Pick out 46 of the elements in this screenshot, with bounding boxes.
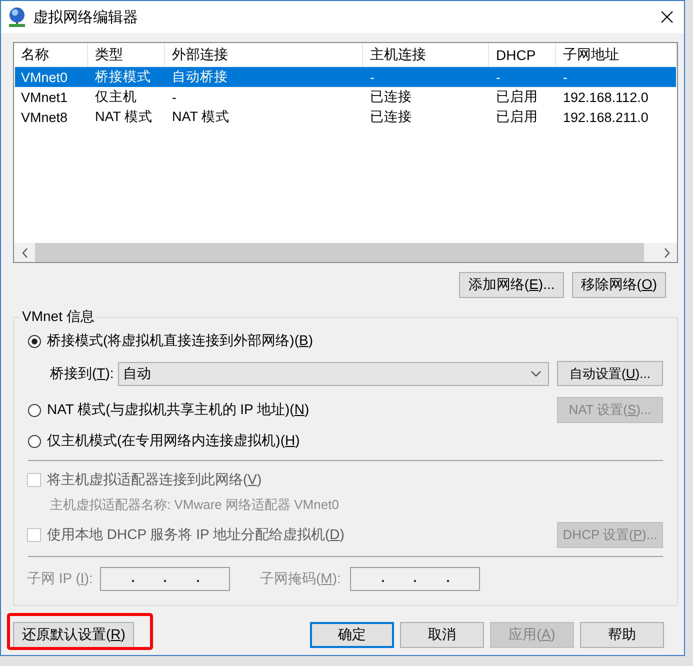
radio-button[interactable]: [28, 434, 41, 448]
adapter-name-text: 主机虚拟适配器名称: VMware 网络适配器 VMnet0: [49, 496, 340, 514]
table-row[interactable]: VMnet8 NAT 模式 NAT 模式 已连接 已启用 192.168.211.0: [15, 107, 676, 127]
cancel-button[interactable]: 取消: [400, 622, 484, 648]
table-cell-text: NAT 模式: [171, 108, 231, 126]
table-cell-text: 仅主机: [94, 88, 138, 106]
table-cell-text: 已连接: [369, 108, 413, 126]
table-cell-text: NAT 模式: [94, 108, 154, 126]
table-cell-text: -: [171, 88, 178, 106]
chevron-down-icon: [531, 370, 541, 376]
table-cell-text: 已连接: [369, 88, 413, 106]
bridge-to-label: 桥接到(T):: [50, 364, 114, 382]
table-cell-text: VMnet1: [20, 88, 69, 106]
table-cell-text: -: [495, 68, 502, 86]
table-row[interactable]: VMnet1 仅主机 - 已连接 已启用 192.168.112.0: [15, 87, 676, 107]
table-cell-text: -: [562, 68, 568, 86]
radio-label[interactable]: NAT 模式(与虚拟机共享主机的 IP 地址)(N): [47, 401, 310, 419]
table-row[interactable]: VMnet0 桥接模式 自动桥接 - - -: [15, 67, 676, 87]
table-cell-text: VMnet0: [20, 68, 69, 86]
table-cell-text: 已启用: [495, 108, 539, 126]
radio-button[interactable]: [28, 404, 41, 416]
bridge-dropdown[interactable]: 自动: [118, 362, 549, 386]
table-cell-text: 已启用: [495, 88, 539, 106]
field-label: 子网 IP (I):: [27, 570, 94, 588]
settings-button[interactable]: 自动设置(U)...: [557, 361, 663, 386]
group-title: VMnet 信息: [21, 308, 96, 326]
chevron-left-icon[interactable]: [22, 248, 28, 258]
help-button[interactable]: 帮助: [580, 622, 664, 648]
table-cell-text: -: [369, 68, 376, 86]
window-title: 虚拟网络编辑器: [33, 8, 138, 26]
close-icon: [661, 11, 673, 23]
ok-button[interactable]: 确定: [310, 622, 394, 648]
radio-label[interactable]: 仅主机模式(在专用网络内连接虚拟机)(H): [47, 432, 300, 450]
chevron-right-icon[interactable]: [664, 248, 670, 258]
radio-button[interactable]: [28, 334, 41, 348]
field-label: 子网掩码(M):: [260, 570, 342, 588]
reset-defaults-button[interactable]: 还原默认设置(R): [13, 622, 134, 648]
table-cell-text: 自动桥接: [171, 68, 229, 86]
add-network-button[interactable]: 添加网络(E)...: [459, 272, 564, 298]
radio-label[interactable]: 桥接模式(将虚拟机直接连接到外部网络)(B): [47, 332, 314, 350]
table-cell-text: VMnet8: [20, 108, 69, 126]
table-cell-text: 192.168.211.0: [562, 108, 650, 126]
table-cell-text: 桥接模式: [94, 68, 152, 86]
globe-icon: [8, 7, 26, 27]
table-cell-text: 192.168.112.0: [562, 88, 650, 106]
remove-network-button[interactable]: 移除网络(O): [572, 272, 666, 298]
